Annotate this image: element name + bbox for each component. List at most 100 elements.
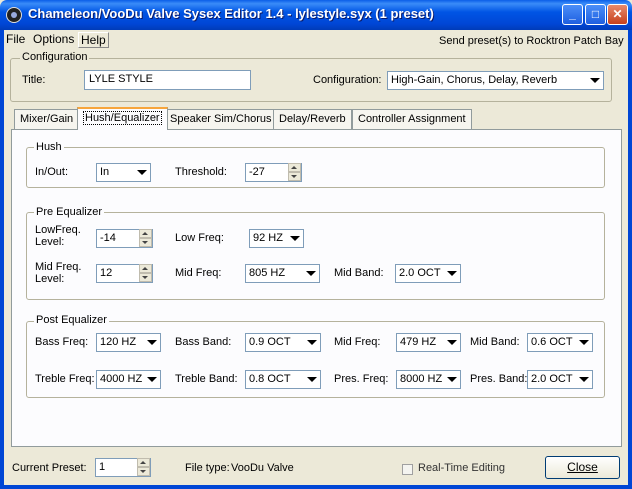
spin-down-icon[interactable] (139, 238, 152, 247)
file-type-label: File type: (185, 462, 230, 474)
treble-freq-label: Treble Freq: (35, 373, 95, 385)
chevron-down-icon[interactable] (444, 266, 459, 281)
threshold-value: -27 (249, 166, 265, 178)
chevron-down-icon[interactable] (134, 165, 149, 180)
tab-mixer-gain[interactable]: Mixer/Gain (14, 109, 80, 129)
bass-freq-value: 120 HZ (100, 336, 137, 348)
post-mid-band-select[interactable]: 0.6 OCT (527, 333, 593, 352)
bass-band-value: 0.9 OCT (249, 336, 291, 348)
realtime-editing-label[interactable]: Real-Time Editing (418, 462, 505, 474)
title-label: Title: (22, 74, 46, 86)
treble-freq-select[interactable]: 4000 HZ (96, 370, 161, 389)
chevron-down-icon[interactable] (444, 372, 459, 387)
spin-up-icon[interactable] (139, 264, 152, 273)
chevron-down-icon[interactable] (587, 73, 602, 88)
low-level-stepper[interactable]: -14 (96, 229, 153, 248)
threshold-label: Threshold: (175, 166, 227, 178)
post-mid-band-value: 0.6 OCT (531, 336, 573, 348)
chevron-down-icon[interactable] (304, 335, 319, 350)
chevron-down-icon[interactable] (576, 372, 591, 387)
post-mid-freq-select[interactable]: 479 HZ (396, 333, 461, 352)
bass-freq-select[interactable]: 120 HZ (96, 333, 161, 352)
spin-down-icon[interactable] (139, 273, 152, 282)
mid-level-value: 12 (100, 267, 113, 279)
maximize-button[interactable]: □ (585, 4, 606, 25)
mid-level-label-2: Level: (35, 273, 65, 285)
chevron-down-icon[interactable] (303, 266, 318, 281)
chevron-down-icon[interactable] (287, 231, 302, 246)
spin-up-icon[interactable] (137, 458, 150, 467)
menu-help[interactable]: Help (78, 32, 109, 48)
realtime-editing-checkbox[interactable] (402, 464, 413, 475)
chevron-down-icon[interactable] (576, 335, 591, 350)
close-button[interactable]: Close (545, 456, 620, 479)
low-freq-label: Low Freq: (175, 232, 224, 244)
pres-freq-label: Pres. Freq: (334, 373, 389, 385)
pre-mid-band-value: 2.0 OCT (399, 267, 441, 279)
close-button-label: Close (567, 460, 598, 474)
chevron-down-icon[interactable] (144, 335, 159, 350)
file-type-value: VooDu Valve (231, 462, 294, 474)
low-level-label-1: LowFreq. (35, 224, 81, 236)
close-window-button[interactable]: ✕ (607, 4, 628, 25)
pre-mid-band-select[interactable]: 2.0 OCT (395, 264, 461, 283)
hush-inout-select[interactable]: In (96, 163, 151, 182)
configuration-value: High-Gain, Chorus, Delay, Reverb (391, 74, 558, 86)
menu-file[interactable]: File (6, 32, 25, 46)
post-mid-freq-value: 479 HZ (400, 336, 437, 348)
post-mid-band-label: Mid Band: (470, 336, 520, 348)
tab-speaker-sim-chorus[interactable]: Speaker Sim/Chorus (164, 109, 278, 129)
bass-band-label: Bass Band: (175, 336, 232, 348)
current-preset-value: 1 (99, 461, 106, 473)
low-level-label-2: Level: (35, 236, 65, 248)
chevron-down-icon[interactable] (304, 372, 319, 387)
pres-band-label: Pres. Band: (470, 373, 528, 385)
post-mid-freq-label: Mid Freq: (334, 336, 381, 348)
chevron-down-icon[interactable] (144, 372, 159, 387)
treble-band-select[interactable]: 0.8 OCT (245, 370, 321, 389)
mid-level-stepper[interactable]: 12 (96, 264, 153, 283)
low-freq-select[interactable]: 92 HZ (249, 229, 304, 248)
bass-band-select[interactable]: 0.9 OCT (245, 333, 321, 352)
window-title: Chameleon/VooDu Valve Sysex Editor 1.4 -… (28, 6, 434, 21)
spin-up-icon[interactable] (139, 229, 152, 238)
configuration-group-label: Configuration (20, 51, 90, 63)
tab-panel: Hush In/Out: In Threshold: -27 Pre Equal… (11, 129, 622, 447)
threshold-stepper[interactable]: -27 (245, 163, 302, 182)
tab-hush-equalizer[interactable]: Hush/Equalizer (77, 107, 168, 130)
current-preset-stepper[interactable]: 1 (95, 458, 151, 477)
pres-freq-select[interactable]: 8000 HZ (396, 370, 461, 389)
pres-band-select[interactable]: 2.0 OCT (527, 370, 593, 389)
spin-down-icon[interactable] (288, 172, 301, 181)
configuration-select[interactable]: High-Gain, Chorus, Delay, Reverb (387, 71, 604, 90)
pre-equalizer-group-label: Pre Equalizer (34, 206, 105, 218)
treble-freq-value: 4000 HZ (100, 373, 143, 385)
low-level-value: -14 (100, 232, 116, 244)
pre-mid-band-label: Mid Band: (334, 267, 384, 279)
chevron-down-icon[interactable] (444, 335, 459, 350)
pres-freq-value: 8000 HZ (400, 373, 443, 385)
minimize-button[interactable]: _ (562, 4, 583, 25)
post-equalizer-group-label: Post Equalizer (34, 314, 109, 326)
hush-inout-value: In (100, 166, 110, 178)
low-freq-value: 92 HZ (253, 232, 283, 244)
tab-hush-equalizer-label: Hush/Equalizer (83, 111, 162, 125)
configuration-label: Configuration: (313, 74, 382, 86)
treble-band-label: Treble Band: (175, 373, 238, 385)
spin-down-icon[interactable] (137, 467, 150, 476)
hush-group-label: Hush (34, 141, 64, 153)
menu-options[interactable]: Options (33, 32, 74, 46)
app-icon[interactable] (6, 7, 22, 23)
spin-up-icon[interactable] (288, 163, 301, 172)
pre-mid-freq-label: Mid Freq: (175, 267, 222, 279)
current-preset-label: Current Preset: (12, 462, 87, 474)
pres-band-value: 2.0 OCT (531, 373, 573, 385)
treble-band-value: 0.8 OCT (249, 373, 291, 385)
pre-mid-freq-select[interactable]: 805 HZ (245, 264, 320, 283)
title-input[interactable]: LYLE STYLE (84, 70, 251, 90)
pre-mid-freq-value: 805 HZ (249, 267, 286, 279)
tab-delay-reverb[interactable]: Delay/Reverb (273, 109, 352, 129)
tab-controller-assignment[interactable]: Controller Assignment (352, 109, 472, 129)
send-preset-link[interactable]: Send preset(s) to Rocktron Patch Bay (439, 35, 624, 47)
pre-equalizer-group (26, 212, 605, 300)
